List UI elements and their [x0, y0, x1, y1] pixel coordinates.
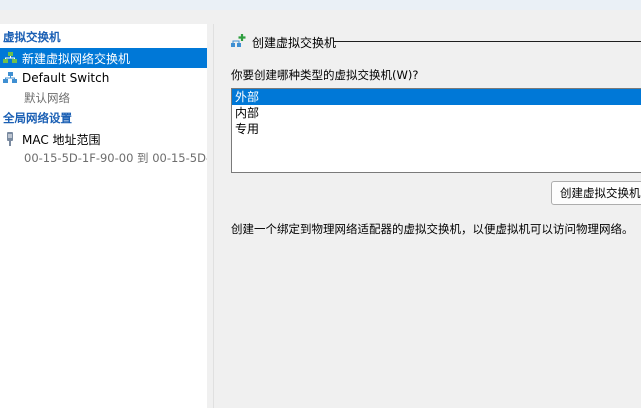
switch-type-option-internal[interactable]: 内部 [232, 105, 641, 121]
tree-item-default-switch[interactable]: Default Switch [0, 68, 207, 88]
switch-type-listbox[interactable]: 外部 内部 专用 [231, 88, 641, 173]
group-title: 创建虚拟交换机 [252, 36, 337, 50]
tree-item-mac-range[interactable]: MAC 地址范围 [0, 129, 207, 149]
switch-type-description: 创建一个绑定到物理网络适配器的虚拟交换机，以便虚拟机可以访问物理网络。 [231, 222, 634, 236]
create-switch-button[interactable]: 创建虚拟交换机(S) [551, 181, 641, 205]
details-pane: 创建虚拟交换机 你要创建哪种类型的虚拟交换机(W)? 外部 内部 专用 创建虚拟… [213, 24, 641, 408]
switch-type-option-external[interactable]: 外部 [232, 89, 641, 105]
tree-item-label: MAC 地址范围 [22, 132, 101, 147]
switch-type-question: 你要创建哪种类型的虚拟交换机(W)? [231, 68, 419, 82]
category-global-network: 全局网络设置 [3, 111, 72, 125]
tree-item-new-switch[interactable]: 新建虚拟网络交换机 [0, 48, 207, 68]
tree-item-label: 新建虚拟网络交换机 [22, 51, 131, 66]
window-top-strip [0, 0, 641, 10]
mac-range-subtitle: 00-15-5D-1F-90-00 到 00-15-5D-... [24, 151, 222, 165]
group-divider [334, 41, 641, 42]
network-switch-icon [2, 50, 18, 66]
switch-type-option-private[interactable]: 专用 [232, 121, 641, 137]
default-switch-subtitle: 默认网络 [24, 91, 70, 105]
category-virtual-switches: 虚拟交换机 [3, 30, 61, 44]
network-switch-icon [2, 70, 18, 86]
tree-item-label: Default Switch [22, 71, 110, 85]
add-switch-icon [230, 33, 246, 49]
settings-tree: 虚拟交换机 新建虚拟网络交换机 Default Switch 默认网络 全局网络… [0, 24, 221, 408]
network-adapter-icon [2, 131, 18, 147]
